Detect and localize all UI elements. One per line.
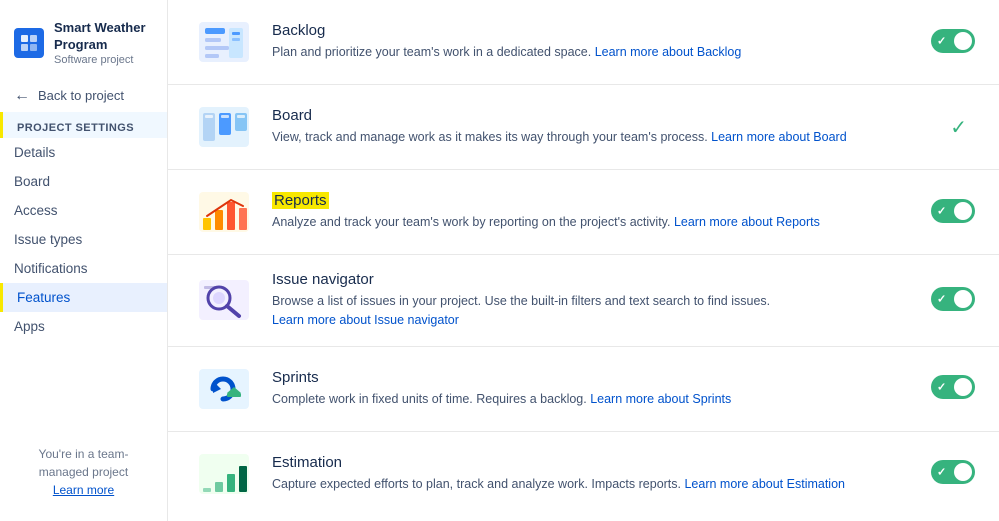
sidebar-item-access[interactable]: Access bbox=[0, 196, 167, 225]
main-content: Backlog Plan and prioritize your team's … bbox=[168, 0, 999, 521]
sprints-info: Sprints Complete work in fixed units of … bbox=[272, 369, 915, 409]
issue-navigator-title: Issue navigator bbox=[272, 271, 915, 288]
reports-desc: Analyze and track your team's work by re… bbox=[272, 213, 915, 232]
backlog-toggle[interactable]: ✓ bbox=[931, 29, 975, 56]
back-arrow-icon: ← bbox=[14, 87, 30, 105]
reports-toggle[interactable]: ✓ bbox=[931, 199, 975, 226]
board-checkmark: ✓ bbox=[950, 115, 975, 140]
backlog-learn-more-link[interactable]: Learn more about Backlog bbox=[595, 45, 742, 59]
sidebar-item-details[interactable]: Details bbox=[0, 138, 167, 167]
sidebar-item-features[interactable]: Features bbox=[0, 283, 167, 312]
project-logo-icon bbox=[14, 28, 44, 58]
backlog-title: Backlog bbox=[272, 22, 915, 39]
board-check-icon: ✓ bbox=[950, 117, 967, 139]
backlog-info: Backlog Plan and prioritize your team's … bbox=[272, 22, 915, 62]
toggle-check-icon: ✓ bbox=[937, 34, 946, 47]
issue-navigator-icon bbox=[192, 274, 256, 326]
board-desc: View, track and manage work as it makes … bbox=[272, 128, 934, 147]
sprints-toggle[interactable]: ✓ bbox=[931, 375, 975, 402]
estimation-learn-more-link[interactable]: Learn more about Estimation bbox=[684, 477, 845, 491]
sprints-learn-more-link[interactable]: Learn more about Sprints bbox=[590, 392, 731, 406]
estimation-icon bbox=[192, 448, 256, 500]
reports-title-highlighted: Reports bbox=[272, 192, 329, 209]
board-learn-more-link[interactable]: Learn more about Board bbox=[711, 130, 847, 144]
project-settings-section-label: Project settings bbox=[0, 112, 167, 138]
sidebar-item-issue-types[interactable]: Issue types bbox=[0, 225, 167, 254]
reports-icon bbox=[192, 186, 256, 238]
issue-navigator-info: Issue navigator Browse a list of issues … bbox=[272, 271, 915, 330]
issue-navigator-learn-more-link[interactable]: Learn more about Issue navigator bbox=[272, 313, 459, 327]
sidebar-item-apps[interactable]: Apps bbox=[0, 312, 167, 341]
reports-title: Reports bbox=[272, 192, 915, 209]
toggle-check-icon: ✓ bbox=[937, 292, 946, 305]
sprints-title: Sprints bbox=[272, 369, 915, 386]
back-label: Back to project bbox=[38, 88, 124, 103]
reports-learn-more-link[interactable]: Learn more about Reports bbox=[674, 215, 820, 229]
reports-info: Reports Analyze and track your team's wo… bbox=[272, 192, 915, 232]
feature-list: Backlog Plan and prioritize your team's … bbox=[168, 0, 999, 516]
issue-navigator-desc: Browse a list of issues in your project.… bbox=[272, 292, 915, 330]
feature-item-issue-navigator: Issue navigator Browse a list of issues … bbox=[168, 255, 999, 347]
project-type: Software project bbox=[54, 54, 153, 66]
sidebar-item-board[interactable]: Board bbox=[0, 167, 167, 196]
feature-item-board: Board View, track and manage work as it … bbox=[168, 85, 999, 170]
toggle-knob bbox=[954, 290, 972, 308]
toggle-knob bbox=[954, 202, 972, 220]
sidebar-footer: You're in a team-managed project Learn m… bbox=[0, 435, 167, 509]
sprints-desc: Complete work in fixed units of time. Re… bbox=[272, 390, 915, 409]
board-info: Board View, track and manage work as it … bbox=[272, 107, 934, 147]
backlog-icon bbox=[192, 16, 256, 68]
sidebar-header-text: Smart Weather Program Software project bbox=[54, 20, 153, 66]
board-title: Board bbox=[272, 107, 934, 124]
board-icon bbox=[192, 101, 256, 153]
toggle-check-icon: ✓ bbox=[937, 204, 946, 217]
learn-more-link[interactable]: Learn more bbox=[14, 481, 153, 499]
issue-navigator-toggle[interactable]: ✓ bbox=[931, 287, 975, 314]
feature-item-backlog: Backlog Plan and prioritize your team's … bbox=[168, 0, 999, 85]
estimation-info: Estimation Capture expected efforts to p… bbox=[272, 454, 915, 494]
team-managed-label: You're in a team-managed project bbox=[39, 447, 129, 479]
toggle-knob bbox=[954, 463, 972, 481]
estimation-title: Estimation bbox=[272, 454, 915, 471]
sidebar-header: Smart Weather Program Software project bbox=[0, 12, 167, 80]
estimation-desc: Capture expected efforts to plan, track … bbox=[272, 475, 915, 494]
sidebar: Smart Weather Program Software project ←… bbox=[0, 0, 168, 521]
sprints-icon bbox=[192, 363, 256, 415]
estimation-toggle[interactable]: ✓ bbox=[931, 460, 975, 487]
toggle-check-icon: ✓ bbox=[937, 381, 946, 394]
toggle-knob bbox=[954, 378, 972, 396]
sidebar-item-notifications[interactable]: Notifications bbox=[0, 254, 167, 283]
toggle-knob bbox=[954, 32, 972, 50]
feature-item-reports: Reports Analyze and track your team's wo… bbox=[168, 170, 999, 255]
toggle-check-icon: ✓ bbox=[937, 466, 946, 479]
feature-item-sprints: Sprints Complete work in fixed units of … bbox=[168, 347, 999, 432]
backlog-desc: Plan and prioritize your team's work in … bbox=[272, 43, 915, 62]
back-to-project-link[interactable]: ← Back to project bbox=[0, 80, 167, 112]
feature-item-estimation: Estimation Capture expected efforts to p… bbox=[168, 432, 999, 516]
project-name: Smart Weather Program bbox=[54, 20, 153, 54]
